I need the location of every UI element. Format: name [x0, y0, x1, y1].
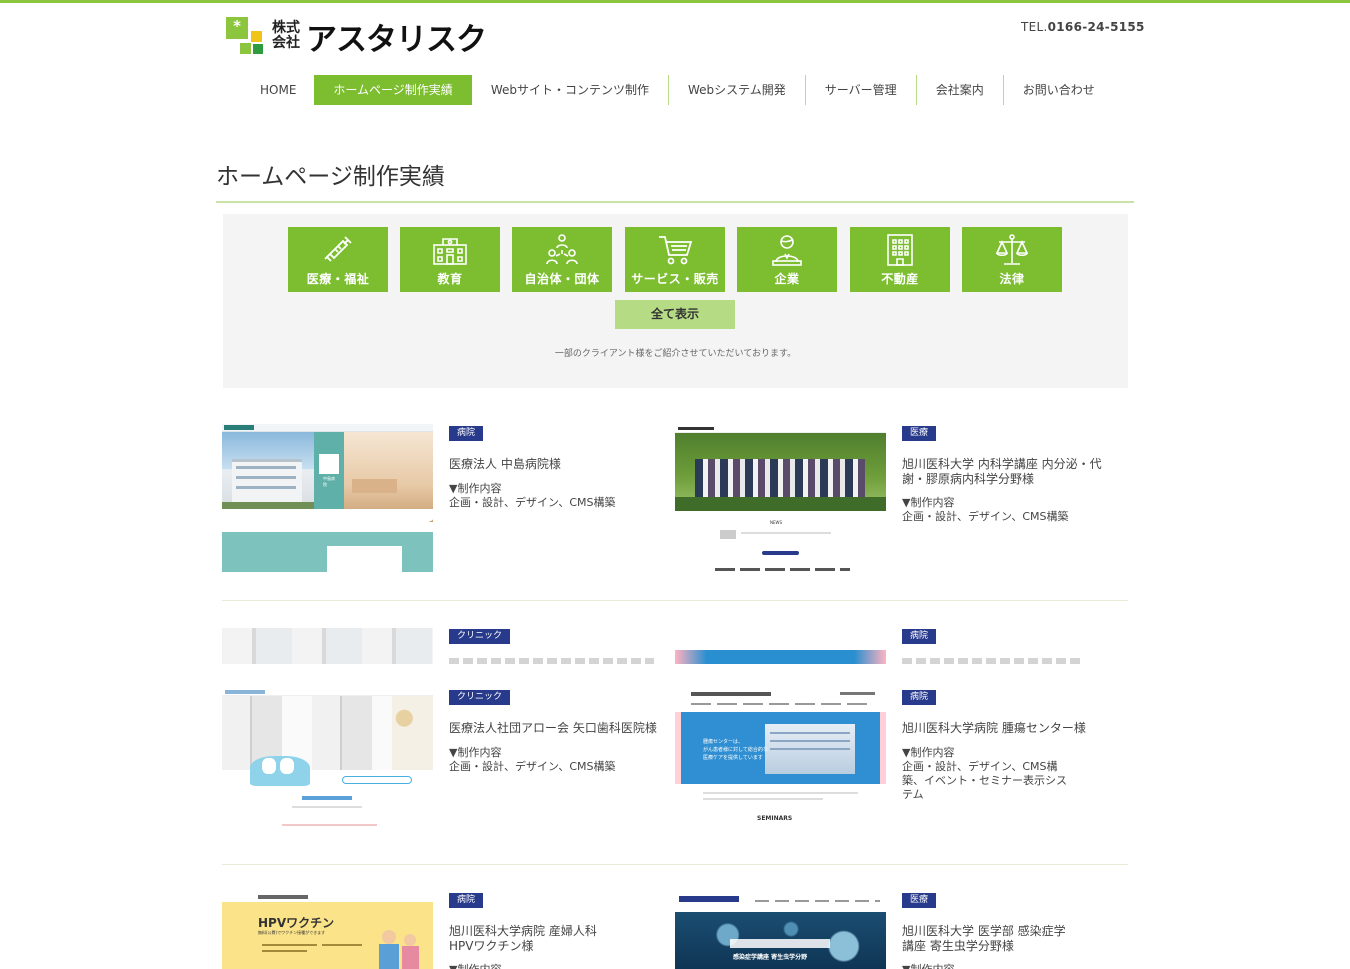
work-content-label: ▼制作内容: [449, 482, 502, 495]
thumb4-copy: 腫瘍センターは、 がん患者様に対して総合的な 医療ケアを提供しています: [703, 739, 768, 761]
nav-contact[interactable]: お問い合わせ: [1002, 75, 1114, 105]
tel-number: 0166-24-5155: [1047, 20, 1145, 34]
category-label: 自治体・団体: [524, 272, 600, 286]
row-divider: [222, 864, 1128, 865]
ghost-thumbnail: [675, 628, 886, 664]
work-tag: 病院: [449, 426, 484, 441]
category-business-button[interactable]: 企業: [737, 227, 837, 292]
people-icon: [512, 233, 612, 267]
ghost-thumbnail: [222, 628, 433, 664]
work-content-label: ▼制作内容: [902, 496, 955, 509]
work-title[interactable]: 医療法人社団アロー会 矢口歯科医院様: [449, 721, 659, 736]
work-tag: 病院: [449, 893, 484, 908]
thumb5-sub: 無料(公費)でワクチン接種ができます: [258, 930, 326, 935]
syringe-icon: [288, 233, 388, 267]
category-medical-button[interactable]: 医療・福祉: [288, 227, 388, 292]
nav-web-system[interactable]: Webシステム開発: [667, 75, 805, 105]
work-content: 企画・設計、デザイン、CMS構築: [449, 496, 616, 509]
page-title: ホームページ制作実績: [216, 164, 445, 190]
work-content: 企画・設計、デザイン、CMS構築、イベント・セミナー表示システム: [902, 760, 1067, 801]
work-thumbnail-4[interactable]: 腫瘍センターは、 がん患者様に対して総合的な 医療ケアを提供しています SEMINA…: [675, 688, 886, 835]
work-title[interactable]: 旭川医科大学病院 腫瘍センター様: [902, 721, 1112, 736]
building-icon: [850, 233, 950, 267]
scales-icon: [962, 233, 1062, 267]
ghost-tag: 病院: [902, 629, 937, 644]
cart-icon: [625, 233, 725, 267]
nav-server[interactable]: サーバー管理: [804, 75, 916, 105]
category-municipal-button[interactable]: 自治体・団体: [512, 227, 612, 292]
category-label: 不動産: [881, 272, 919, 286]
work-content-label: ▼制作内容: [902, 963, 954, 969]
nav-company[interactable]: 会社案内: [915, 75, 1003, 105]
logo-mark-icon: *: [226, 17, 264, 55]
category-label: 企業: [774, 272, 800, 286]
work-thumbnail-1[interactable]: 中島病院: [222, 424, 433, 572]
work-tag: 医療: [902, 426, 937, 441]
title-divider: [216, 201, 1134, 203]
work-tag: クリニック: [449, 690, 511, 705]
work-title[interactable]: 旭川医科大学病院 産婦人科 HPVワクチン様: [449, 924, 609, 954]
work-thumbnail-6[interactable]: 感染症学講座 寄生虫学分野: [675, 892, 886, 969]
category-label: 教育: [437, 272, 463, 286]
nav-works[interactable]: ホームページ制作実績: [314, 75, 472, 105]
work-thumbnail-5[interactable]: HPVワクチン 無料(公費)でワクチン接種ができます: [222, 892, 433, 969]
category-education-button[interactable]: 教育: [400, 227, 500, 292]
company-logo[interactable]: * 株式会社 アスタリスク: [226, 16, 487, 58]
panel-note: 一部のクライアント様をご紹介させていただいております。: [554, 349, 797, 359]
phone-number: TEL.0166-24-5155: [1021, 20, 1145, 34]
category-label: サービス・販売: [631, 272, 719, 286]
work-thumbnail-3[interactable]: [222, 688, 433, 835]
category-law-button[interactable]: 法律: [962, 227, 1062, 292]
work-content-label: ▼制作内容: [449, 963, 501, 969]
ghost-tag: クリニック: [449, 629, 511, 644]
work-tag: 医療: [902, 893, 937, 908]
show-all-button[interactable]: 全て表示: [615, 300, 735, 329]
thumb4-seminars: SEMINARS: [757, 815, 793, 822]
category-label: 法律: [999, 272, 1025, 286]
logo-name: アスタリスク: [306, 21, 487, 58]
work-thumbnail-2[interactable]: NEWS: [675, 424, 886, 572]
work-title[interactable]: 旭川医科大学 内科学講座 内分泌・代謝・膠原病内科学分野様: [902, 457, 1112, 487]
ghost-title: [449, 658, 654, 664]
thumb6-label: 感染症学講座 寄生虫学分野: [733, 954, 808, 961]
category-service-button[interactable]: サービス・販売: [625, 227, 725, 292]
nav-home[interactable]: HOME: [242, 75, 314, 105]
thumb1-label: 中島病院: [323, 476, 335, 487]
thumb2-label: NEWS: [770, 520, 783, 525]
work-content-label: ▼制作内容: [449, 746, 502, 759]
thumb5-title: HPVワクチン: [258, 916, 335, 930]
ghost-title: [902, 658, 1082, 664]
businessperson-icon: [737, 233, 837, 267]
category-realestate-button[interactable]: 不動産: [850, 227, 950, 292]
tel-prefix: TEL.: [1021, 20, 1048, 34]
work-content: 企画・設計、デザイン、CMS構築: [902, 510, 1069, 523]
nav-web-content[interactable]: Webサイト・コンテンツ制作: [472, 75, 668, 105]
work-content: 企画・設計、デザイン、CMS構築: [449, 760, 616, 773]
category-label: 医療・福祉: [306, 272, 370, 286]
school-icon: [400, 233, 500, 267]
work-content-label: ▼制作内容: [902, 746, 955, 759]
work-tag: 病院: [902, 690, 937, 705]
logo-subtext: 株式会社: [272, 20, 300, 51]
main-nav: HOME ホームページ制作実績 Webサイト・コンテンツ制作 Webシステム開発…: [242, 75, 1114, 105]
top-accent-bar: [0, 0, 1350, 3]
row-divider: [222, 600, 1128, 601]
work-title[interactable]: 医療法人 中島病院様: [449, 457, 659, 472]
work-title[interactable]: 旭川医科大学 医学部 感染症学講座 寄生虫学分野様: [902, 924, 1077, 954]
